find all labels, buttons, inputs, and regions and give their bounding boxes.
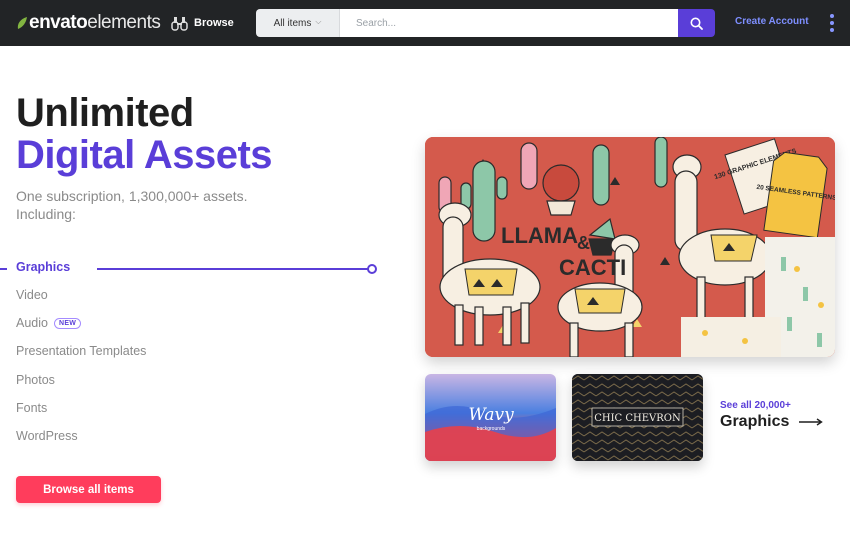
wavy-subtitle: backgrounds bbox=[477, 426, 506, 432]
category-label: Audio bbox=[16, 316, 48, 330]
page-title: Unlimited Digital Assets bbox=[16, 91, 273, 177]
browse-all-button[interactable]: Browse all items bbox=[16, 476, 161, 503]
llama-cacti-illustration: LLAMA & CACTI 130 GRAPHIC ELEMENTS 20 SE… bbox=[425, 137, 835, 357]
logo-text-elements: elements bbox=[87, 12, 161, 33]
wavy-backgrounds-image: Wavy backgrounds bbox=[425, 374, 556, 461]
hero-subtitle: One subscription, 1,300,000+ assets. Inc… bbox=[16, 188, 248, 222]
see-all-category: Graphics bbox=[720, 413, 824, 431]
illustration-title-amp: & bbox=[577, 233, 590, 253]
leaf-logo-icon bbox=[17, 17, 27, 29]
search-input[interactable] bbox=[340, 9, 678, 37]
chic-chevron-title: CHIC CHEVRON bbox=[594, 413, 681, 424]
category-wordpress[interactable]: WordPress bbox=[16, 429, 78, 443]
category-fonts[interactable]: Fonts bbox=[16, 401, 47, 415]
more-options-icon[interactable] bbox=[828, 14, 836, 32]
category-label: Fonts bbox=[16, 401, 48, 415]
new-badge: NEW bbox=[53, 317, 82, 329]
category-label: WordPress bbox=[16, 429, 78, 443]
active-indicator-dot bbox=[367, 264, 377, 274]
category-photos[interactable]: Photos bbox=[16, 373, 55, 387]
chic-chevron-thumbnail[interactable]: CHIC CHEVRON bbox=[572, 374, 703, 461]
headline-line-2: Digital Assets bbox=[16, 133, 273, 177]
category-presentation-templates[interactable]: Presentation Templates bbox=[16, 344, 146, 358]
logo-text-envato: envato bbox=[29, 12, 88, 33]
category-label: Presentation Templates bbox=[16, 344, 147, 358]
category-label: Video bbox=[16, 288, 48, 302]
create-account-link[interactable]: Create Account bbox=[735, 16, 809, 27]
illustration-title-cacti: CACTI bbox=[559, 255, 626, 280]
active-indicator-dash bbox=[0, 268, 7, 270]
search-scope-dropdown[interactable]: All items ⌵ bbox=[256, 9, 340, 37]
chevron-down-icon: ⌵ bbox=[315, 17, 322, 26]
category-graphics[interactable]: Graphics bbox=[16, 260, 70, 274]
top-nav-bar: envatoelements Browse All items ⌵ Create… bbox=[0, 0, 850, 46]
binoculars-icon bbox=[171, 16, 188, 31]
search-scope-label: All items bbox=[273, 17, 312, 29]
category-label: Graphics bbox=[16, 260, 71, 274]
search-bar: All items ⌵ bbox=[256, 9, 715, 37]
illustration-title-llama: LLAMA bbox=[501, 223, 578, 248]
category-label: Photos bbox=[16, 373, 55, 387]
see-all-count: See all 20,000+ bbox=[720, 400, 791, 411]
headline-line-1: Unlimited bbox=[16, 91, 194, 135]
see-all-graphics-link[interactable]: See all 20,000+ Graphics bbox=[720, 400, 824, 431]
active-indicator-line bbox=[97, 268, 369, 270]
category-audio[interactable]: Audio NEW bbox=[16, 316, 82, 330]
category-video[interactable]: Video bbox=[16, 288, 48, 302]
search-icon bbox=[690, 17, 703, 30]
envato-elements-logo[interactable]: envato elements bbox=[16, 12, 161, 34]
featured-llama-cacti-image[interactable]: LLAMA & CACTI 130 GRAPHIC ELEMENTS 20 SE… bbox=[425, 137, 835, 357]
arrow-right-icon bbox=[799, 418, 824, 426]
search-button[interactable] bbox=[678, 9, 715, 37]
wavy-title: Wavy bbox=[468, 405, 514, 425]
browse-button[interactable]: Browse bbox=[171, 13, 234, 33]
see-all-category-label: Graphics bbox=[720, 413, 790, 430]
wavy-backgrounds-thumbnail[interactable]: Wavy backgrounds bbox=[425, 374, 556, 461]
browse-label: Browse bbox=[194, 17, 234, 29]
chic-chevron-image: CHIC CHEVRON bbox=[572, 374, 703, 461]
